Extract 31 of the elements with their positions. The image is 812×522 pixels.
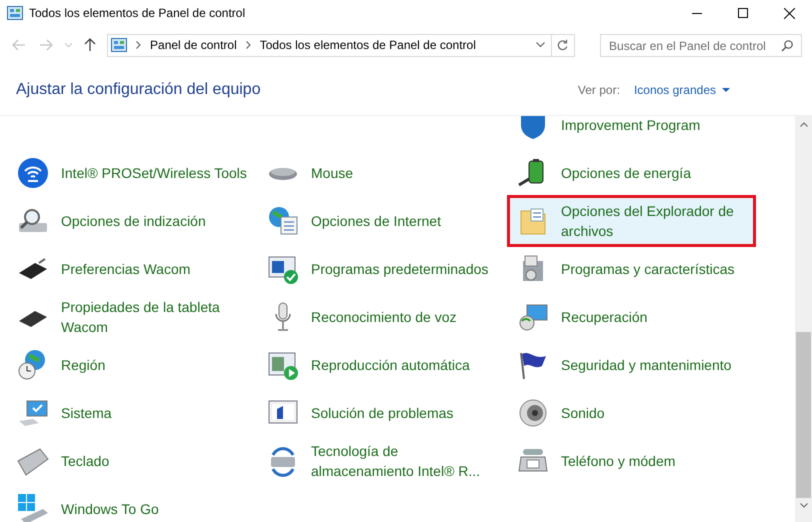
control-panel-item[interactable]: Propiedades de la tableta Wacom <box>10 294 253 340</box>
control-panel-item[interactable]: Solución de problemas <box>260 390 503 436</box>
control-panel-item[interactable]: Programas y características <box>510 246 753 292</box>
control-panel-item[interactable]: Región <box>10 342 253 388</box>
control-panel-item[interactable]: Improvement Program <box>510 116 753 148</box>
control-panel-item[interactable]: Opciones de indización <box>10 198 253 244</box>
control-panel-item[interactable]: Seguridad y mantenimiento <box>510 342 753 388</box>
control-panel-item[interactable]: Opciones del Explorador de archivos <box>510 198 753 244</box>
control-panel-item[interactable]: Programas predeterminados <box>260 246 503 292</box>
control-panel-item[interactable]: Tecnología de almacenamiento Intel® R... <box>260 438 503 484</box>
breadcrumb-item[interactable]: Todos los elementos de Panel de control <box>260 36 476 54</box>
control-panel-item[interactable]: Intel® PROSet/Wireless Tools <box>10 150 253 196</box>
view-by-dropdown[interactable]: Iconos grandes <box>634 80 730 98</box>
control-panel-item[interactable]: Opciones de energía <box>510 150 753 196</box>
view-by-label: Ver por: <box>578 82 620 98</box>
control-panel-item[interactable]: Mouse <box>260 150 503 196</box>
address-bar[interactable]: Panel de control Todos los elementos de Panel de control <box>107 34 575 56</box>
control-panel-item[interactable]: Teclado <box>10 438 253 484</box>
control-panel-item[interactable]: Teléfono y módem <box>510 438 753 484</box>
control-panel-item[interactable]: Sonido <box>510 390 753 436</box>
window-title: Todos los elementos de Panel de control <box>29 5 246 22</box>
control-panel-item[interactable]: Reproducción automática <box>260 342 503 388</box>
control-panel-item[interactable]: Sistema <box>10 390 253 436</box>
control-panel-item[interactable]: Windows To Go <box>10 486 253 522</box>
search-field[interactable]: Buscar en el Panel de control <box>600 34 802 57</box>
control-panel-item[interactable]: Opciones de Internet <box>260 198 503 244</box>
control-panel-item[interactable]: Recuperación <box>510 294 753 340</box>
page-heading: Ajustar la configuración del equipo <box>16 80 261 100</box>
control-panel-item[interactable]: Reconocimiento de voz <box>260 294 503 340</box>
control-panel-item[interactable]: Preferencias Wacom <box>10 246 253 292</box>
breadcrumb-item[interactable]: Panel de control <box>150 36 237 54</box>
